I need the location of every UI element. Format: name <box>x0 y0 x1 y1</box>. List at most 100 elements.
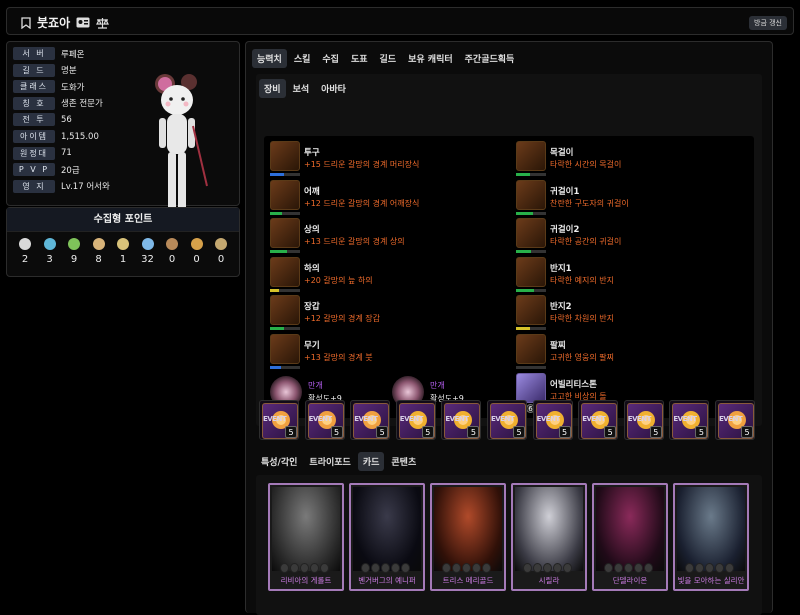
awakening-orb <box>705 563 714 573</box>
awakening-orb <box>280 563 289 573</box>
scale-icon[interactable] <box>96 17 110 29</box>
tab-subtabs-0[interactable]: 장비 <box>259 79 286 98</box>
equipment-slot[interactable]: 목걸이 타락한 시간의 목걸이 <box>516 140 736 176</box>
awakening-orb <box>391 563 400 573</box>
tab-subtabs-1[interactable]: 보석 <box>288 79 315 98</box>
quality-fill <box>270 173 284 176</box>
equipment-slot[interactable]: 하의 +20 갈망의 늪 하의 <box>270 256 490 292</box>
character-header: 붓죠아 방금 갱신 <box>6 7 794 35</box>
tab-bottom_tabs-1[interactable]: 트라이포드 <box>304 452 355 471</box>
awakening-orb <box>300 563 309 573</box>
equipment-sub-tabs: 장비 보석 아바타 <box>259 79 351 98</box>
collection-point[interactable]: 9 <box>64 238 84 265</box>
event-gem[interactable]: EVENT 5 <box>487 400 527 440</box>
quality-fill <box>516 173 530 176</box>
profile-value: 명분 <box>61 66 77 77</box>
card[interactable]: 단델라이온 <box>592 483 668 591</box>
equipment-slot[interactable]: 반지2 타락한 차원의 반지 <box>516 294 736 330</box>
collection-count: 9 <box>70 254 78 265</box>
card[interactable]: 트리스 메리골드 <box>430 483 506 591</box>
awakening-orb <box>685 563 694 573</box>
event-label: EVENT <box>399 415 424 423</box>
equipment-section: 장비 보석 아바타 투구 +15 드리운 갈망의 경계 머리장식 어깨 +12 드리운 갈… <box>256 74 762 426</box>
quality-fill <box>270 365 281 369</box>
ability-stone-title: 어빌리티스톤 <box>550 380 597 390</box>
bookmark-icon[interactable] <box>21 16 31 29</box>
tab-bottom_tabs-2[interactable]: 카드 <box>357 452 385 471</box>
collection-point[interactable]: 8 <box>89 238 109 265</box>
event-gem[interactable]: EVENT 5 <box>259 400 299 440</box>
id-card-icon[interactable] <box>76 17 90 28</box>
tab-tabs-3[interactable]: 도표 <box>346 49 373 68</box>
profile-label: 클래스 <box>13 80 55 94</box>
equipment-slot[interactable]: 귀걸이1 찬란한 구도자의 귀걸이 <box>516 179 736 215</box>
equipment-slot[interactable]: 투구 +15 드리운 갈망의 경계 머리장식 <box>270 140 490 176</box>
event-gem[interactable]: EVENT 5 <box>578 400 619 440</box>
awakening-orb <box>320 563 329 573</box>
tab-tabs-4[interactable]: 길드 <box>375 49 402 68</box>
equipment-slot[interactable]: 상의 +13 드리운 갈망의 경계 상의 <box>270 217 490 253</box>
collection-point[interactable]: 0 <box>211 238 231 265</box>
equipment-slot[interactable]: 귀걸이2 타락한 공간의 귀걸이 <box>516 217 736 253</box>
event-gem-level: 5 <box>741 426 753 438</box>
card[interactable]: 빛을 모아하는 실리안 <box>673 483 749 591</box>
equipment-list: 투구 +15 드리운 갈망의 경계 머리장식 어깨 +12 드리운 갈망의 경계 어깨… <box>264 136 754 418</box>
tab-tabs-2[interactable]: 수집 <box>317 49 344 68</box>
quality-bar <box>270 173 300 176</box>
event-gem[interactable]: EVENT 5 <box>669 400 710 440</box>
tab-bottom_tabs-0[interactable]: 특성/각인 <box>256 452 302 471</box>
orb-icon <box>43 238 56 250</box>
collection-point[interactable]: 3 <box>40 238 60 265</box>
quality-bar <box>516 250 546 253</box>
equipment-item-name: +20 갈망의 늪 하의 <box>304 275 373 285</box>
equipment-icon <box>516 333 546 364</box>
collection-point[interactable]: 1 <box>113 238 133 265</box>
event-gem[interactable]: EVENT 5 <box>623 400 664 440</box>
equipment-item-name: 타락한 공간의 귀걸이 <box>550 237 622 246</box>
equipment-slot[interactable]: 무기 +13 갈망의 경계 붓 <box>270 333 490 369</box>
equipment-slot[interactable]: 어깨 +12 드리운 갈망의 경계 어깨장식 <box>270 179 490 215</box>
tab-subtabs-2[interactable]: 아바타 <box>316 79 351 98</box>
collection-point[interactable]: 32 <box>138 238 158 265</box>
equipment-slot[interactable]: 팔찌 고귀한 영웅의 팔찌 <box>516 333 736 369</box>
quality-bar <box>516 288 546 292</box>
tab-tabs-1[interactable]: 스킬 <box>289 49 316 68</box>
equipment-slot[interactable]: 반지1 타락한 예지의 반지 <box>516 256 736 292</box>
awakening-orb <box>442 563 451 573</box>
equipment-item-name: 타락한 예지의 반지 <box>550 275 614 285</box>
collection-point[interactable]: 0 <box>162 238 182 265</box>
event-gem-level: 5 <box>467 426 480 438</box>
event-gem[interactable]: EVENT 5 <box>350 400 391 440</box>
card-awakening <box>442 563 491 573</box>
card[interactable]: 시릴라 <box>511 483 587 591</box>
profile-row: 아이템 1,515.00 <box>13 130 99 143</box>
collection-point[interactable]: 2 <box>15 238 35 265</box>
profile-label: 서 버 <box>13 47 55 60</box>
awakening-orb <box>563 563 572 573</box>
card-awakening <box>604 563 653 573</box>
tab-tabs-6[interactable]: 주간골드획득 <box>460 49 520 68</box>
island-heart-icon <box>19 238 31 250</box>
card[interactable]: 벤거버그의 예니퍼 <box>349 483 425 591</box>
tab-tabs-5[interactable]: 보유 캐릭터 <box>403 49 458 68</box>
equipment-slot-name: 투구 <box>304 148 320 158</box>
event-gem[interactable]: EVENT 5 <box>395 400 436 440</box>
tab-bottom_tabs-3[interactable]: 콘텐츠 <box>386 452 421 471</box>
event-gem[interactable]: EVENT 5 <box>532 400 573 440</box>
quality-bar <box>270 327 300 330</box>
profile-value: 20급 <box>61 165 80 176</box>
tab-tabs-0[interactable]: 능력치 <box>252 49 287 68</box>
event-gem[interactable]: EVENT 5 <box>304 400 345 440</box>
event-gem[interactable]: EVENT 5 <box>715 400 755 440</box>
card[interactable]: 리비아의 게롤트 <box>268 483 344 591</box>
event-gem-level: 5 <box>513 426 525 438</box>
card-name: 빛을 모아하는 실리안 <box>677 576 745 585</box>
adventure-icon <box>117 238 129 250</box>
awakening-orb <box>624 563 633 573</box>
equipment-slot[interactable]: 장갑 +12 갈망의 경계 장갑 <box>270 294 490 330</box>
card-art <box>353 487 421 571</box>
quality-fill <box>516 211 533 215</box>
refresh-button[interactable]: 방금 갱신 <box>749 16 787 30</box>
collection-point[interactable]: 0 <box>187 238 207 265</box>
event-gem[interactable]: EVENT 5 <box>441 400 482 440</box>
